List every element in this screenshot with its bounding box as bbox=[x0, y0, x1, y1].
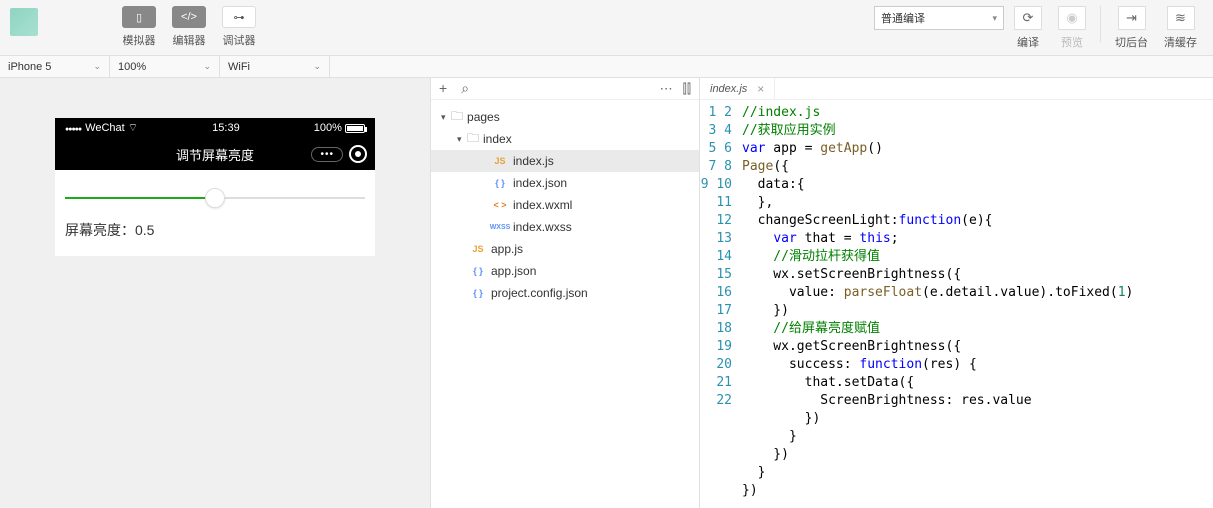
phone-frame: WeChat ⌔ 15:39 100% 调节屏幕亮度 ••• 屏幕亮度：0.5 bbox=[55, 118, 375, 256]
debugger-button[interactable]: ⊶ 调试器 bbox=[218, 6, 260, 48]
time-label: 15:39 bbox=[212, 122, 240, 134]
folder-icon: 🗀 bbox=[451, 107, 463, 128]
chevron-down-icon: ⌄ bbox=[313, 61, 321, 72]
simulator-label: 模拟器 bbox=[123, 32, 156, 48]
slider-fill bbox=[65, 197, 215, 199]
wxml-icon: < > bbox=[489, 200, 511, 210]
add-file-button[interactable]: + bbox=[439, 80, 447, 97]
background-label: 切后台 bbox=[1115, 34, 1148, 50]
phone-statusbar: WeChat ⌔ 15:39 100% bbox=[55, 118, 375, 138]
chevron-down-icon: ▾ bbox=[992, 13, 997, 24]
json-icon: { } bbox=[467, 288, 489, 298]
carrier-label: WeChat ⌔ bbox=[65, 121, 138, 135]
device-label: iPhone 5 bbox=[8, 61, 51, 73]
editor-tabs: index.js × bbox=[700, 78, 1213, 100]
view-switcher: ▯ 模拟器 </> 编辑器 ⊶ 调试器 bbox=[118, 6, 260, 48]
file-label: app.js bbox=[491, 242, 523, 256]
brightness-slider[interactable] bbox=[65, 186, 365, 210]
editor-label: 编辑器 bbox=[173, 32, 206, 48]
folder-pages[interactable]: ▾🗀pages bbox=[431, 106, 699, 128]
phone-body: 屏幕亮度：0.5 bbox=[55, 170, 375, 256]
tab-index-js[interactable]: index.js × bbox=[700, 78, 775, 100]
more-icon[interactable]: ⋯ bbox=[660, 81, 673, 97]
folder-label: index bbox=[483, 132, 512, 146]
simulator-subbar: iPhone 5 ⌄ 100% ⌄ WiFi ⌄ bbox=[0, 56, 1213, 78]
phone-navbar: 调节屏幕亮度 ••• bbox=[55, 138, 375, 170]
close-icon[interactable]: × bbox=[757, 82, 764, 96]
preview-label: 预览 bbox=[1061, 34, 1083, 50]
main-toolbar: ▯ 模拟器 </> 编辑器 ⊶ 调试器 普通编译 ▾ ⟳ 编译 ◉ 预览 ⇥ bbox=[0, 0, 1213, 56]
debugger-label: 调试器 bbox=[223, 32, 256, 48]
file-index-wxss[interactable]: WXSSindex.wxss bbox=[431, 216, 699, 238]
file-app-json[interactable]: { }app.json bbox=[431, 260, 699, 282]
js-icon: JS bbox=[489, 156, 511, 166]
file-label: index.wxml bbox=[513, 198, 572, 212]
file-label: app.json bbox=[491, 264, 536, 278]
battery-icon bbox=[345, 124, 365, 133]
menu-button[interactable]: ••• bbox=[311, 147, 343, 162]
json-icon: { } bbox=[467, 266, 489, 276]
json-icon: { } bbox=[489, 178, 511, 188]
compile-button[interactable]: ⟳ 编译 bbox=[1008, 6, 1048, 50]
compile-mode-label: 普通编译 bbox=[881, 10, 925, 26]
folder-index[interactable]: ▾🗀index bbox=[431, 128, 699, 150]
file-index-json[interactable]: { }index.json bbox=[431, 172, 699, 194]
chevron-down-icon: ⌄ bbox=[93, 61, 101, 72]
js-icon: JS bbox=[467, 244, 489, 254]
bug-icon: ⊶ bbox=[222, 6, 256, 28]
simulator-button[interactable]: ▯ 模拟器 bbox=[118, 6, 160, 48]
compile-label: 编译 bbox=[1017, 34, 1039, 50]
device-select[interactable]: iPhone 5 ⌄ bbox=[0, 56, 110, 78]
background-button[interactable]: ⇥ 切后台 bbox=[1109, 6, 1154, 50]
toolbar-right: 普通编译 ▾ ⟳ 编译 ◉ 预览 ⇥ 切后台 ≋ 清缓存 bbox=[874, 6, 1203, 50]
clear-cache-button[interactable]: ≋ 清缓存 bbox=[1158, 6, 1203, 50]
page-title: 调节屏幕亮度 bbox=[176, 145, 254, 164]
folder-icon: 🗀 bbox=[467, 129, 479, 150]
battery-group: 100% bbox=[314, 122, 365, 134]
preview-button[interactable]: ◉ 预览 bbox=[1052, 6, 1092, 50]
stack-icon: ≋ bbox=[1167, 6, 1195, 30]
compile-mode-select[interactable]: 普通编译 ▾ bbox=[874, 6, 1004, 30]
folder-label: pages bbox=[467, 110, 500, 124]
code-area[interactable]: 1 2 3 4 5 6 7 8 9 10 11 12 13 14 15 16 1… bbox=[700, 100, 1213, 500]
line-gutter: 1 2 3 4 5 6 7 8 9 10 11 12 13 14 15 16 1… bbox=[700, 104, 742, 500]
explorer-head: + ⌕ ⋯ ⫿⫿ bbox=[431, 78, 699, 100]
file-label: index.json bbox=[513, 176, 567, 190]
refresh-icon: ⟳ bbox=[1014, 6, 1042, 30]
file-label: index.js bbox=[513, 154, 554, 168]
chevron-down-icon: ⌄ bbox=[203, 61, 211, 72]
code-icon: </> bbox=[172, 6, 206, 28]
editor-button[interactable]: </> 编辑器 bbox=[168, 6, 210, 48]
file-label: project.config.json bbox=[491, 286, 588, 300]
eye-icon: ◉ bbox=[1058, 6, 1086, 30]
file-app-js[interactable]: JSapp.js bbox=[431, 238, 699, 260]
main-area: WeChat ⌔ 15:39 100% 调节屏幕亮度 ••• 屏幕亮度：0.5 bbox=[0, 78, 1213, 508]
phone-icon: ▯ bbox=[122, 6, 156, 28]
background-icon: ⇥ bbox=[1118, 6, 1146, 30]
code-editor: index.js × 1 2 3 4 5 6 7 8 9 10 11 12 13… bbox=[700, 78, 1213, 508]
separator bbox=[1100, 6, 1101, 42]
network-label: WiFi bbox=[228, 61, 250, 73]
split-icon[interactable]: ⫿⫿ bbox=[683, 81, 691, 97]
file-explorer: + ⌕ ⋯ ⫿⫿ ▾🗀pages ▾🗀index JSindex.js { }i… bbox=[430, 78, 700, 508]
search-icon[interactable]: ⌕ bbox=[461, 80, 469, 97]
file-index-wxml[interactable]: < >index.wxml bbox=[431, 194, 699, 216]
zoom-label: 100% bbox=[118, 61, 146, 73]
user-avatar[interactable] bbox=[10, 8, 38, 36]
source-code[interactable]: //index.js //获取应用实例 var app = getApp() P… bbox=[742, 104, 1213, 500]
wifi-icon: ⌔ bbox=[128, 122, 138, 134]
clear-cache-label: 清缓存 bbox=[1164, 34, 1197, 50]
tab-label: index.js bbox=[710, 83, 747, 95]
zoom-select[interactable]: 100% ⌄ bbox=[110, 56, 220, 78]
file-project-config[interactable]: { }project.config.json bbox=[431, 282, 699, 304]
file-index-js[interactable]: JSindex.js bbox=[431, 150, 699, 172]
wxss-icon: WXSS bbox=[489, 224, 511, 231]
network-select[interactable]: WiFi ⌄ bbox=[220, 56, 330, 78]
brightness-value-label: 屏幕亮度：0.5 bbox=[65, 220, 365, 240]
simulator-pane: WeChat ⌔ 15:39 100% 调节屏幕亮度 ••• 屏幕亮度：0.5 bbox=[0, 78, 430, 508]
slider-thumb[interactable] bbox=[205, 188, 225, 208]
file-label: index.wxss bbox=[513, 220, 572, 234]
close-mp-button[interactable] bbox=[349, 145, 367, 163]
file-tree: ▾🗀pages ▾🗀index JSindex.js { }index.json… bbox=[431, 100, 699, 310]
